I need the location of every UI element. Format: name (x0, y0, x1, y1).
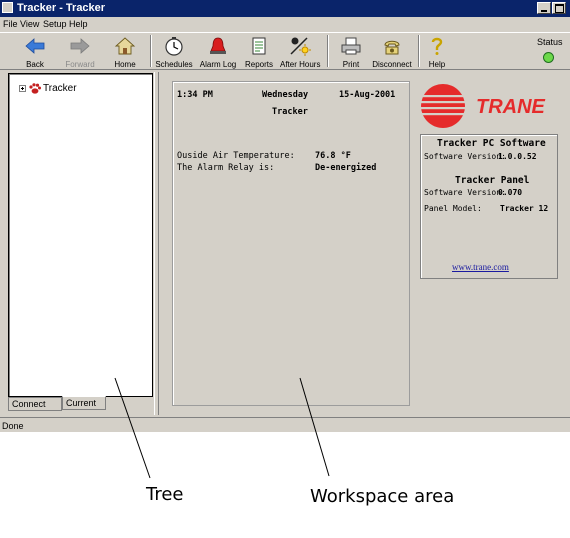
workspace-callout-line (299, 377, 330, 477)
tree-callout-line (114, 377, 151, 479)
workspace-callout-label: Workspace area (310, 486, 455, 507)
tree-callout-label: Tree (146, 484, 184, 505)
callout-lines (114, 377, 330, 479)
